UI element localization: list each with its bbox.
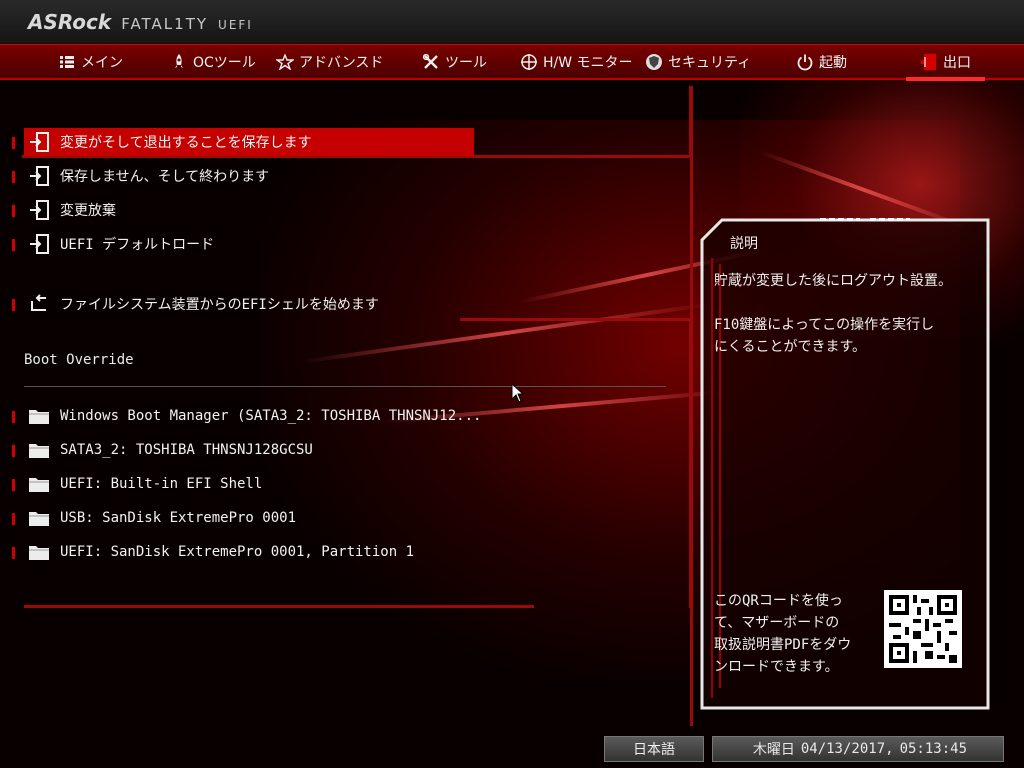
section-divider xyxy=(24,386,666,387)
power-icon xyxy=(796,53,814,71)
tab-exit[interactable]: 出口 xyxy=(906,45,985,81)
boot-device-label: SATA3_2: TOSHIBA THNSNJ128GCSU xyxy=(60,442,313,458)
title-bar: ASRock FATAL1TY UEFI xyxy=(0,0,1024,44)
load-uefi-defaults-option[interactable]: UEFI デフォルトロード xyxy=(12,230,474,258)
exit-door-icon xyxy=(28,131,50,153)
description-title: 説明 xyxy=(730,236,758,252)
brand-suffix: UEFI xyxy=(218,18,253,32)
tab-oc-tools[interactable]: OCツール xyxy=(170,45,256,79)
tools-icon xyxy=(422,53,440,71)
boot-device-label: Windows Boot Manager (SATA3_2: TOSHIBA T… xyxy=(60,408,482,424)
boot-device-label: USB: SanDisk ExtremePro 0001 xyxy=(60,510,297,526)
boot-override-title: Boot Override xyxy=(24,352,134,368)
tab-hw-monitor-label: H/W モニター xyxy=(543,55,633,71)
discard-changes-option[interactable]: 変更放棄 xyxy=(12,196,474,224)
tab-security[interactable]: セキュリティ xyxy=(645,45,751,79)
tab-advanced-label: アドバンスド xyxy=(299,55,384,71)
date-time-display: 木曜日 04/13/2017, 05:13:45 xyxy=(712,736,1004,762)
list-icon xyxy=(58,53,76,71)
language-button[interactable]: 日本語 xyxy=(604,736,704,762)
crosshair-icon xyxy=(520,53,538,71)
tab-main[interactable]: メイン xyxy=(58,45,123,79)
description-text: 貯蔵が変更した後にログアウト設置。 F10鍵盤によってこの操作を実行し にくるこ… xyxy=(714,273,952,355)
brand-logo: ASRock FATAL1TY UEFI xyxy=(28,10,253,34)
boot-override-item[interactable]: Windows Boot Manager (SATA3_2: TOSHIBA T… xyxy=(12,402,481,430)
description-panel: 説明 貯蔵が変更した後にログアウト設置。 F10鍵盤によってこの操作を実行し に… xyxy=(700,218,990,710)
time-text: 05:13:45 xyxy=(899,741,967,757)
date-text: 04/13/2017, xyxy=(800,741,894,757)
weekday-text: 木曜日 xyxy=(752,742,795,758)
exit-door-icon xyxy=(28,233,50,255)
mouse-cursor-icon xyxy=(511,383,525,403)
folder-icon xyxy=(28,543,50,561)
boot-device-label: UEFI: SanDisk ExtremePro 0001, Partition… xyxy=(60,544,415,560)
folder-icon xyxy=(28,441,50,459)
tab-main-label: メイン xyxy=(81,55,123,71)
exit-door-icon xyxy=(28,199,50,221)
boot-override-item[interactable]: UEFI: Built-in EFI Shell xyxy=(12,470,474,498)
brand-maker: ASRock xyxy=(28,10,112,34)
option-label: 保存しません、そして終わります xyxy=(60,169,270,185)
main-nav: メイン OCツール アドバンスド ツール H/W モニター セキュリティ 起動 … xyxy=(0,44,1024,81)
tab-tools-label: ツール xyxy=(445,55,487,71)
tab-exit-label: 出口 xyxy=(943,55,971,71)
boot-override-item[interactable]: USB: SanDisk ExtremePro 0001 xyxy=(12,504,474,532)
exit-door-icon xyxy=(28,165,50,187)
brand-line: FATAL1TY xyxy=(121,15,209,33)
rocket-icon xyxy=(170,53,188,71)
launch-efi-shell-option[interactable]: ファイルシステム装置からのEFIシェルを始めます xyxy=(12,290,474,318)
folder-icon xyxy=(28,509,50,527)
option-label: 変更がそして退出することを保存します xyxy=(60,135,312,151)
tab-boot[interactable]: 起動 xyxy=(796,45,847,79)
star-icon xyxy=(276,53,294,71)
shield-icon xyxy=(645,53,663,71)
exit-icon xyxy=(920,53,938,71)
tab-advanced[interactable]: アドバンスド xyxy=(276,45,383,79)
tab-tools[interactable]: ツール xyxy=(422,45,487,79)
boot-override-item[interactable]: SATA3_2: TOSHIBA THNSNJ128GCSU xyxy=(12,436,474,464)
tab-oc-tools-label: OCツール xyxy=(193,55,256,71)
tab-hw-monitor[interactable]: H/W モニター xyxy=(520,45,633,79)
save-changes-and-exit-option[interactable]: 変更がそして退出することを保存します xyxy=(12,128,474,156)
option-label: UEFI デフォルトロード xyxy=(60,237,215,253)
option-label: 変更放棄 xyxy=(60,203,116,219)
folder-icon xyxy=(28,407,50,425)
tab-security-label: セキュリティ xyxy=(668,55,752,71)
boot-override-item[interactable]: UEFI: SanDisk ExtremePro 0001, Partition… xyxy=(12,538,474,566)
option-label: ファイルシステム装置からのEFIシェルを始めます xyxy=(60,297,379,313)
boot-device-label: UEFI: Built-in EFI Shell xyxy=(60,476,263,492)
qr-code-caption: このQRコードを使っ て、マザーボードの 取扱説明書PDFをダウ ンロードできま… xyxy=(714,593,852,675)
manual-qr-code[interactable] xyxy=(884,590,962,668)
launch-arrow-icon xyxy=(28,293,50,315)
folder-icon xyxy=(28,475,50,493)
discard-changes-and-exit-option[interactable]: 保存しません、そして終わります xyxy=(12,162,474,190)
tab-boot-label: 起動 xyxy=(819,55,847,71)
